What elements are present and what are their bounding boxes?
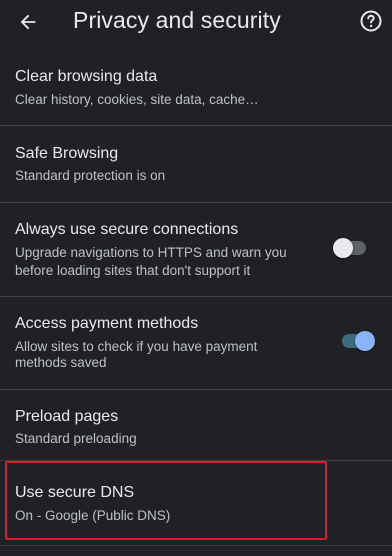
setting-subtitle: Clear history, cookies, site data, cache… bbox=[15, 92, 259, 107]
setting-subtitle: before loading sites that don't support … bbox=[15, 263, 251, 278]
setting-safe-browsing[interactable]: Safe Browsing Standard protection is on bbox=[0, 126, 392, 198]
settings-screen: Privacy and security Clear browsing data… bbox=[0, 0, 392, 556]
setting-title: Safe Browsing bbox=[15, 145, 119, 162]
setting-subtitle: methods saved bbox=[15, 355, 107, 370]
setting-always-secure-connections[interactable]: Always use secure connections Upgrade na… bbox=[0, 203, 392, 295]
payment-methods-toggle[interactable] bbox=[341, 329, 375, 353]
setting-title: Use secure DNS bbox=[15, 484, 135, 501]
setting-title: Preload pages bbox=[15, 408, 119, 425]
setting-title: Clear browsing data bbox=[15, 68, 158, 85]
page-title: Privacy and security bbox=[73, 7, 281, 33]
divider bbox=[0, 545, 392, 546]
setting-subtitle: Standard preloading bbox=[15, 431, 137, 446]
setting-preload-pages[interactable]: Preload pages Standard preloading bbox=[0, 390, 392, 460]
toggle-thumb bbox=[355, 331, 375, 351]
setting-subtitle: Upgrade navigations to HTTPS and warn yo… bbox=[15, 245, 287, 260]
back-button[interactable] bbox=[12, 6, 44, 38]
toggle-thumb bbox=[333, 238, 353, 258]
help-button[interactable] bbox=[359, 9, 383, 33]
setting-title: Always use secure connections bbox=[15, 221, 239, 238]
setting-subtitle: On - Google (Public DNS) bbox=[15, 508, 171, 523]
app-bar: Privacy and security bbox=[0, 0, 392, 44]
setting-title: Access payment methods bbox=[15, 315, 199, 332]
arrow-back-icon bbox=[20, 14, 36, 30]
setting-use-secure-dns[interactable]: Use secure DNS On - Google (Public DNS) bbox=[0, 461, 392, 541]
help-circle-icon bbox=[360, 10, 382, 32]
setting-subtitle: Standard protection is on bbox=[15, 168, 166, 183]
setting-access-payment-methods[interactable]: Access payment methods Allow sites to ch… bbox=[0, 297, 392, 388]
setting-clear-browsing-data[interactable]: Clear browsing data Clear history, cooki… bbox=[0, 50, 392, 120]
secure-connections-toggle[interactable] bbox=[333, 236, 367, 260]
